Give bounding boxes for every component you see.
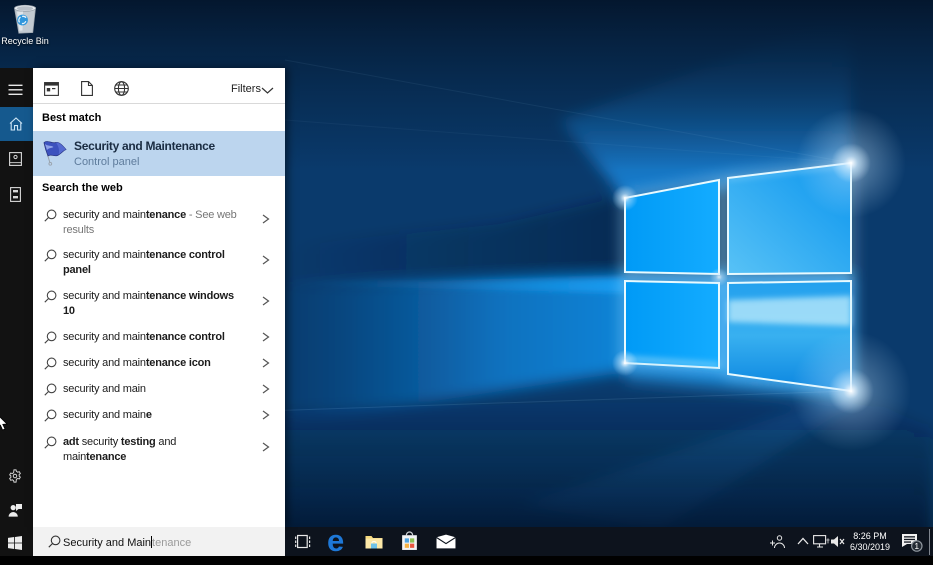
svg-text:1: 1 bbox=[914, 541, 919, 551]
